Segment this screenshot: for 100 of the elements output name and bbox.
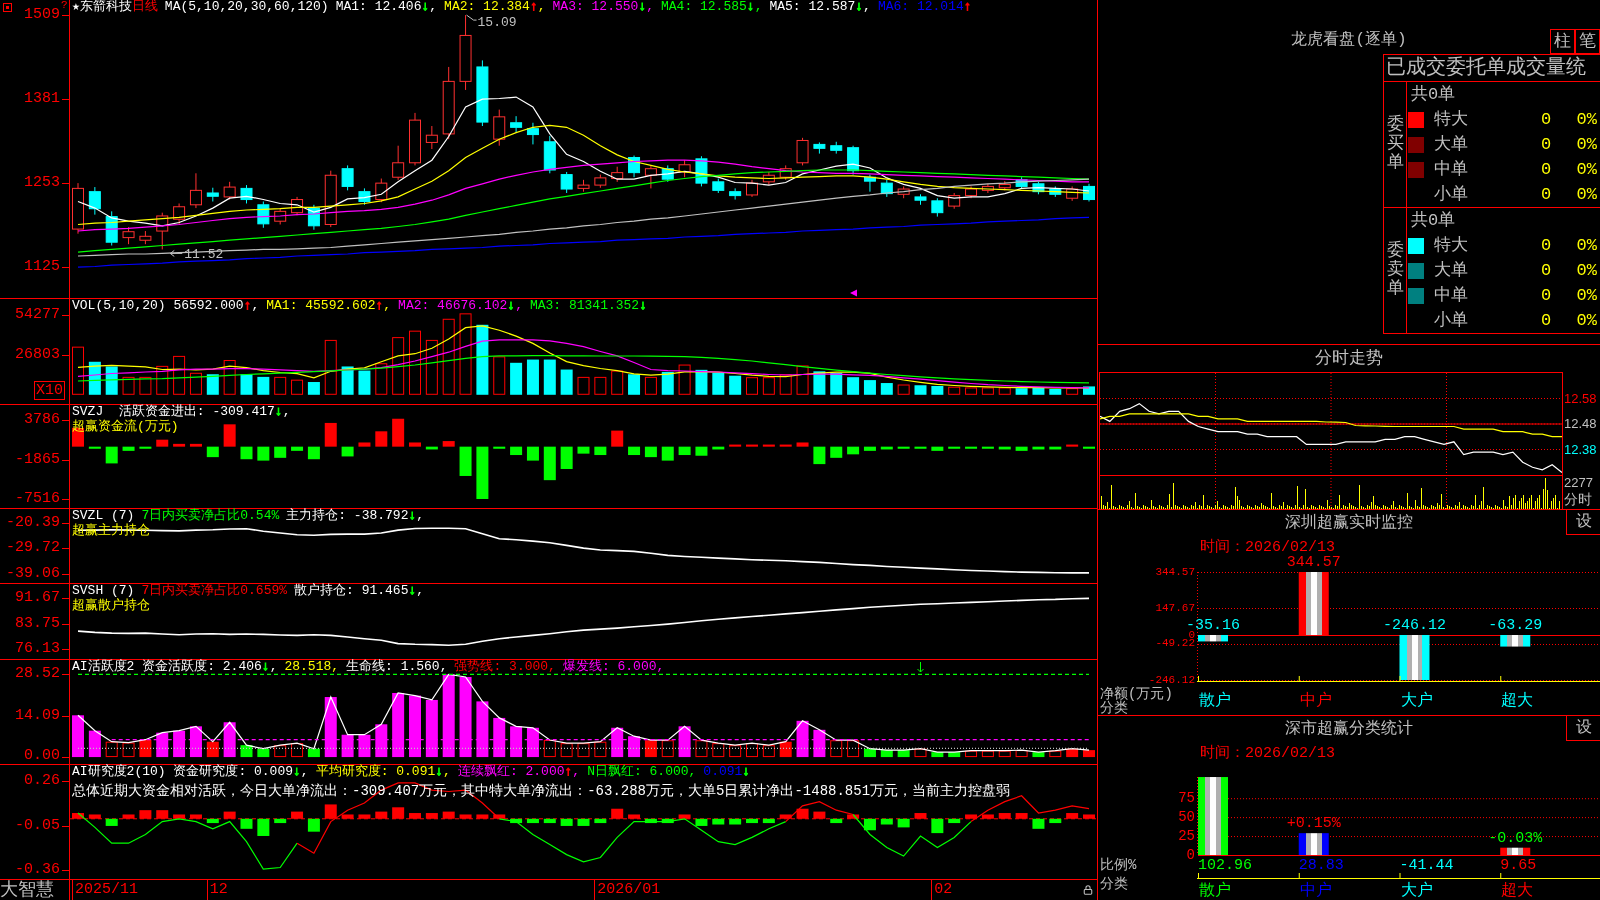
legend-item: 爆发线: 6.000,	[562, 660, 665, 674]
y-axis-label: -49.22	[1155, 639, 1195, 649]
chart-period: 日线	[131, 0, 158, 14]
y-axis-label: 1125	[24, 259, 60, 276]
row-label: 中单	[1434, 285, 1468, 305]
share-value: 0%	[1576, 235, 1597, 256]
y-axis-label: -39.06	[6, 565, 60, 582]
legend-item: 7日内买卖净占比0.54%	[141, 509, 280, 523]
legend-item: 7日内买卖净占比0.659%	[141, 584, 288, 598]
legend-item: N日飘红: 6.000,	[587, 765, 697, 779]
legend-item: MA2: 46676.102↓,	[398, 299, 523, 313]
panel-title: 龙虎看盘(逐单)	[1291, 31, 1407, 51]
y-axis-label: 14.09	[15, 708, 60, 725]
annotation: 15.09	[477, 15, 517, 31]
y-axis-label: 54277	[15, 307, 60, 324]
row-label: 特大	[1434, 235, 1468, 255]
y-axis-label: 1509	[24, 7, 60, 24]
legend-item: 28.518,	[284, 660, 340, 674]
row-label: 大单	[1434, 260, 1468, 280]
y-axis-label: -20.39	[6, 515, 60, 532]
y-axis-label: 12.58	[1564, 390, 1597, 407]
category-label: 大户	[1400, 693, 1433, 709]
category-label: 超大	[1501, 883, 1534, 899]
y-axis-label: 28.52	[15, 666, 60, 683]
count-value: 0	[1540, 109, 1552, 130]
category-label: 大户	[1400, 883, 1433, 899]
count-value: 0	[1540, 184, 1552, 205]
panel-title: 深圳超赢实时监控	[1285, 513, 1413, 532]
value-label: 102.96	[1198, 858, 1252, 874]
y-axis-label: 26803	[15, 347, 60, 364]
bar-note: +0.15%	[1286, 816, 1341, 833]
value-label: 9.65	[1500, 858, 1537, 874]
order-total: 共0单	[1411, 84, 1456, 105]
legend-item: 强势线: 3.000,	[454, 660, 556, 674]
axis-title: 分类	[1100, 701, 1128, 715]
date-label: 02	[931, 880, 953, 900]
panel-title: 分时走势	[1315, 348, 1383, 369]
legend-item: AI研究度2(10) 资金研究度: 0.009↓,	[72, 765, 309, 779]
y-axis-label: 0	[1186, 848, 1195, 862]
date-label: 2026/01	[594, 880, 661, 900]
row-label: 大单	[1434, 134, 1468, 154]
legend-item: SVZJ 活跃资金进出: -309.417↓,	[72, 405, 291, 419]
category-label: 中户	[1299, 883, 1332, 899]
legend-item: 平均研究度: 0.091↓,	[315, 765, 451, 779]
legend-item: VOL(5,10,20) 56592.000↑,	[72, 299, 260, 313]
y-axis-label: 0.26	[24, 773, 60, 790]
legend-item: MA6: 12.014↑	[877, 0, 972, 14]
share-value: 0%	[1576, 285, 1597, 306]
y-axis-label: 12.48	[1564, 416, 1597, 432]
multiplier-label: X10	[34, 381, 65, 400]
y-axis-label: -29.72	[6, 540, 60, 557]
legend-item: MA(5,10,20,30,60,120)	[164, 0, 329, 14]
group-label: 委买单	[1386, 116, 1404, 173]
time-label: 时间：2026/02/13	[1200, 539, 1335, 556]
y-axis-label: 3786	[24, 412, 60, 429]
value-label: -246.12	[1383, 618, 1446, 634]
axis-title: 净额(万元)	[1100, 687, 1173, 701]
legend-item: AI活跃度2 资金活跃度: 2.406↓,	[72, 660, 278, 674]
category-label: 超大	[1501, 693, 1534, 709]
share-value: 0%	[1576, 310, 1597, 331]
category-label: 散户	[1199, 693, 1231, 709]
legend-item: 主力持仓: -38.792↓,	[286, 509, 425, 523]
date-label: 12	[206, 880, 228, 900]
y-axis-label: 75	[1178, 791, 1195, 806]
count-value: 0	[1540, 260, 1552, 281]
share-value: 0%	[1576, 109, 1597, 130]
annotation: 11.52	[184, 247, 224, 263]
y-axis-label: 1253	[24, 175, 60, 192]
price-annotation: 15.09	[466, 14, 517, 31]
share-value: 0%	[1576, 134, 1597, 155]
y-axis-label: 83.75	[15, 615, 60, 632]
y-axis-label: -246.12	[1148, 675, 1195, 685]
y-axis-label: 12.38	[1564, 441, 1597, 458]
brand-label: 大智慧	[0, 880, 54, 900]
legend-item: MA3: 81341.352↓	[529, 299, 647, 313]
y-axis-label: 76.13	[15, 641, 60, 658]
y-axis-label: -1865	[15, 451, 60, 468]
axis-title: 比例%	[1100, 858, 1137, 872]
legend-item: MA2: 12.384↑,	[444, 0, 546, 14]
y-axis-label: -0.36	[15, 862, 60, 879]
value-label: -41.44	[1399, 858, 1454, 874]
count-value: 0	[1540, 285, 1552, 306]
axis-title: 分类	[1100, 877, 1128, 891]
value-label: 344.57	[1286, 555, 1341, 571]
table-title: 已成交委托单成交量统	[1386, 56, 1586, 79]
legend-item: 0.091↓	[703, 765, 751, 779]
share-value: 0%	[1576, 260, 1597, 281]
legend-item: 生命线: 1.560,	[346, 660, 448, 674]
group-label: 委卖单	[1386, 242, 1404, 299]
category-label: 散户	[1199, 883, 1231, 899]
order-total: 共0单	[1411, 210, 1456, 231]
count-value: 0	[1540, 235, 1552, 256]
y-axis-label: 0.00	[24, 748, 60, 764]
legend-item: SVSH (7)	[72, 584, 135, 598]
axis-label: 分时	[1564, 491, 1592, 508]
share-value: 0%	[1576, 184, 1597, 205]
legend-item: SVZL (7)	[72, 509, 135, 523]
count-value: 0	[1540, 310, 1552, 331]
y-axis-label: 91.67	[15, 589, 60, 606]
y-axis-label: -0.05	[15, 817, 60, 834]
